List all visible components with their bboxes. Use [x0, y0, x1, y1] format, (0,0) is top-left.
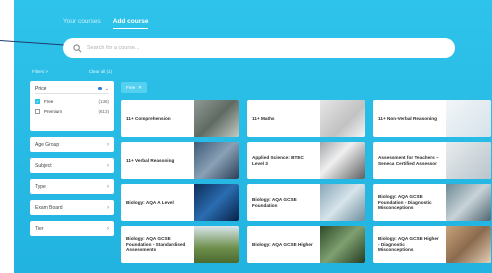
facet-age-group[interactable]: Age Group › — [30, 137, 114, 152]
course-card[interactable]: 11+ Non-Verbal Reasoning — [373, 100, 491, 137]
course-title: Biology: AQA GCSE Higher - Diagnostic Mi… — [378, 235, 439, 253]
course-thumbnail — [320, 226, 365, 263]
course-card[interactable]: 11+ Maths — [247, 100, 365, 137]
tab-your-courses[interactable]: Your courses — [63, 18, 101, 29]
chevron-right-icon: › — [107, 141, 109, 148]
course-thumbnail — [194, 142, 239, 179]
course-title: 11+ Non-Verbal Reasoning — [378, 115, 438, 121]
course-card[interactable]: Biology: AQA GCSE Foundation - Diagnosti… — [373, 184, 491, 221]
chevron-right-icon: › — [107, 183, 109, 190]
course-card[interactable]: Biology: AQA GCSE Foundation — [247, 184, 365, 221]
course-thumbnail — [320, 100, 365, 137]
option-label: Free — [44, 99, 54, 104]
close-icon[interactable]: ✕ — [138, 85, 142, 91]
facet-label: Age Group — [35, 141, 60, 148]
course-title: 11+ Maths — [252, 115, 275, 121]
course-thumbnail — [320, 184, 365, 221]
course-title: 11+ Verbal Reasoning — [126, 157, 175, 163]
facet-label: Subject — [35, 162, 52, 169]
course-card[interactable]: 11+ Verbal Reasoning — [121, 142, 239, 179]
price-filter-header[interactable]: Price ⌄ — [35, 84, 109, 94]
course-title: Biology: AQA A Level — [126, 199, 174, 205]
filters-header: Filters > Clear all (1) — [32, 69, 112, 74]
course-thumbnail — [446, 142, 491, 179]
course-thumbnail — [446, 100, 491, 137]
filters-label[interactable]: Filters > — [32, 69, 48, 74]
course-title: Biology: AQA GCSE Higher — [252, 241, 313, 247]
facet-tier[interactable]: Tier › — [30, 221, 114, 236]
active-filter-dot — [98, 86, 102, 91]
course-tabs: Your courses Add course — [63, 18, 149, 29]
course-thumbnail — [320, 142, 365, 179]
option-label: Premium — [44, 109, 63, 114]
search-icon — [73, 43, 82, 52]
filter-sidebar: Price ⌄ ✓ Free (136) Premium (613) Age G… — [30, 81, 114, 236]
facet-subject[interactable]: Subject › — [30, 158, 114, 173]
facet-type[interactable]: Type › — [30, 179, 114, 194]
chip-label: Free — [125, 85, 136, 90]
option-count: (613) — [98, 109, 109, 114]
course-title: Assessment for Teachers – Seneca Certifi… — [378, 154, 439, 166]
price-filter: Price ⌄ ✓ Free (136) Premium (613) — [30, 81, 114, 131]
price-option-free[interactable]: ✓ Free (136) — [35, 99, 109, 104]
course-thumbnail — [194, 100, 239, 137]
active-filter-chip[interactable]: Free ✕ — [121, 82, 147, 93]
search-bar[interactable] — [63, 38, 455, 58]
course-card[interactable]: Assessment for Teachers – Seneca Certifi… — [373, 142, 491, 179]
course-card[interactable]: 11+ Comprehension — [121, 100, 239, 137]
free-checkbox[interactable]: ✓ — [35, 99, 40, 104]
course-card[interactable]: Biology: AQA GCSE Higher - Diagnostic Mi… — [373, 226, 491, 263]
facet-label: Type — [35, 183, 46, 190]
price-option-premium[interactable]: Premium (613) — [35, 109, 109, 114]
course-card[interactable]: Biology: AQA GCSE Higher — [247, 226, 365, 263]
course-title: Biology: AQA GCSE Foundation - Diagnosti… — [378, 193, 432, 211]
facet-label: Exam Board — [35, 204, 63, 211]
course-card[interactable]: Biology: AQA GCSE Foundation - Standardi… — [121, 226, 239, 263]
facet-label: Tier — [35, 225, 44, 232]
course-thumbnail — [446, 184, 491, 221]
course-title: Biology: AQA GCSE Foundation — [252, 196, 297, 208]
course-thumbnail — [446, 226, 491, 263]
premium-checkbox[interactable] — [35, 109, 40, 114]
clear-all-link[interactable]: Clear all (1) — [89, 69, 112, 74]
search-input[interactable] — [87, 45, 387, 51]
course-thumbnail — [194, 184, 239, 221]
chevron-right-icon: › — [107, 162, 109, 169]
chevron-right-icon: › — [107, 204, 109, 211]
facet-exam-board[interactable]: Exam Board › — [30, 200, 114, 215]
course-card[interactable]: Applied Science: BTEC Level 3 — [247, 142, 365, 179]
chevron-down-icon: ⌄ — [104, 85, 109, 92]
chevron-right-icon: › — [107, 225, 109, 232]
price-filter-label: Price — [35, 85, 47, 92]
course-card[interactable]: Biology: AQA A Level — [121, 184, 239, 221]
option-count: (136) — [98, 99, 109, 104]
course-title: Applied Science: BTEC Level 3 — [252, 154, 304, 166]
course-title: 11+ Comprehension — [126, 115, 171, 121]
tab-add-course[interactable]: Add course — [112, 18, 149, 29]
course-title: Biology: AQA GCSE Foundation - Standardi… — [126, 235, 186, 253]
course-thumbnail — [194, 226, 239, 263]
